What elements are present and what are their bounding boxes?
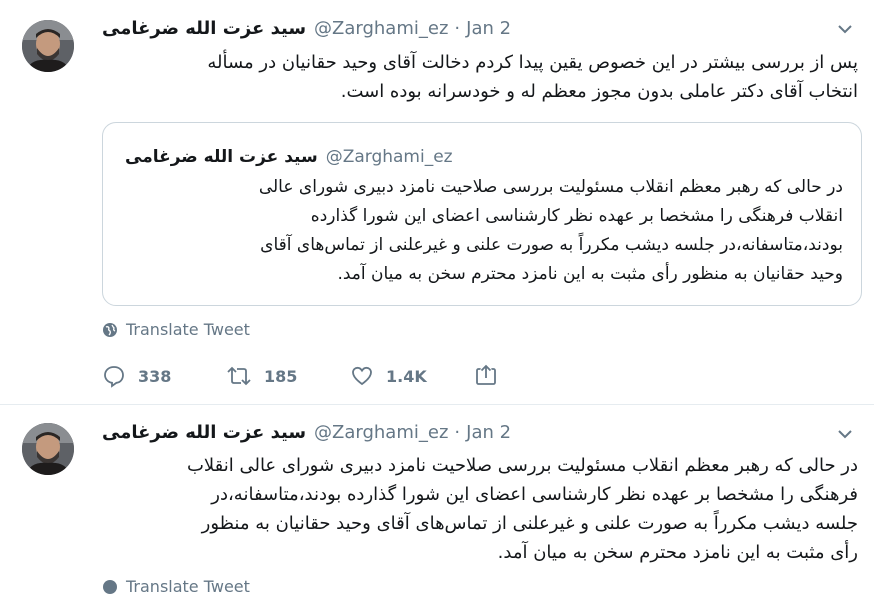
tweet-actions: 338 185 1.4K [102,364,598,388]
avatar[interactable] [22,20,74,72]
tweet-2[interactable]: سید عزت الله ضرغامی @Zarghami_ez · Jan 2… [0,405,874,596]
author-handle[interactable]: @Zarghami_ez [314,422,448,443]
separator-dot: · [454,17,461,39]
author-name[interactable]: سید عزت الله ضرغامی [102,422,306,443]
tweet-header: سید عزت الله ضرغامی @Zarghami_ez · Jan 2 [102,14,511,42]
quoted-tweet[interactable]: سید عزت الله ضرغامی @Zarghami_ez در حالی… [102,122,862,306]
translate-label[interactable]: Translate Tweet [126,577,250,596]
like-icon [352,366,372,386]
tweet-date[interactable]: Jan 2 [466,422,511,443]
retweet-count: 185 [264,366,298,386]
chevron-down-icon[interactable] [836,425,854,443]
chevron-down-icon[interactable] [836,20,854,38]
tweet-text: پس از بررسی بیشتر در این خصوص یقین پیدا … [207,52,858,102]
tweet-1[interactable]: سید عزت الله ضرغامی @Zarghami_ez · Jan 2… [0,0,874,404]
tweet-header: سید عزت الله ضرغامی @Zarghami_ez · Jan 2 [102,418,511,446]
translate-label[interactable]: Translate Tweet [126,320,250,339]
retweet-button[interactable]: 185 [226,364,350,388]
author-handle[interactable]: @Zarghami_ez [314,18,448,39]
translate-tweet[interactable]: Translate Tweet [102,577,250,596]
globe-icon [103,322,117,337]
quoted-author-name: سید عزت الله ضرغامی [125,147,318,167]
translate-tweet[interactable]: Translate Tweet [102,320,250,339]
like-button[interactable]: 1.4K [350,364,474,388]
quoted-author-handle: @Zarghami_ez [325,147,453,167]
like-count: 1.4K [386,366,427,386]
retweet-icon [227,366,251,386]
avatar[interactable] [22,423,74,475]
tweet-date[interactable]: Jan 2 [466,18,511,39]
reply-button[interactable]: 338 [102,364,226,388]
share-button[interactable] [474,364,598,388]
reply-count: 338 [138,366,172,386]
quoted-header: سید عزت الله ضرغامی @Zarghami_ez [125,145,453,169]
globe-icon [103,579,117,594]
share-icon [476,364,496,385]
tweet-text: در حالی که رهبر معظم انقلاب مسئولیت بررس… [186,455,858,563]
quoted-text: در حالی که رهبر معظم انقلاب مسئولیت بررس… [258,177,843,284]
author-name[interactable]: سید عزت الله ضرغامی [102,18,306,39]
reply-icon [104,366,124,388]
separator-dot: · [454,421,461,443]
